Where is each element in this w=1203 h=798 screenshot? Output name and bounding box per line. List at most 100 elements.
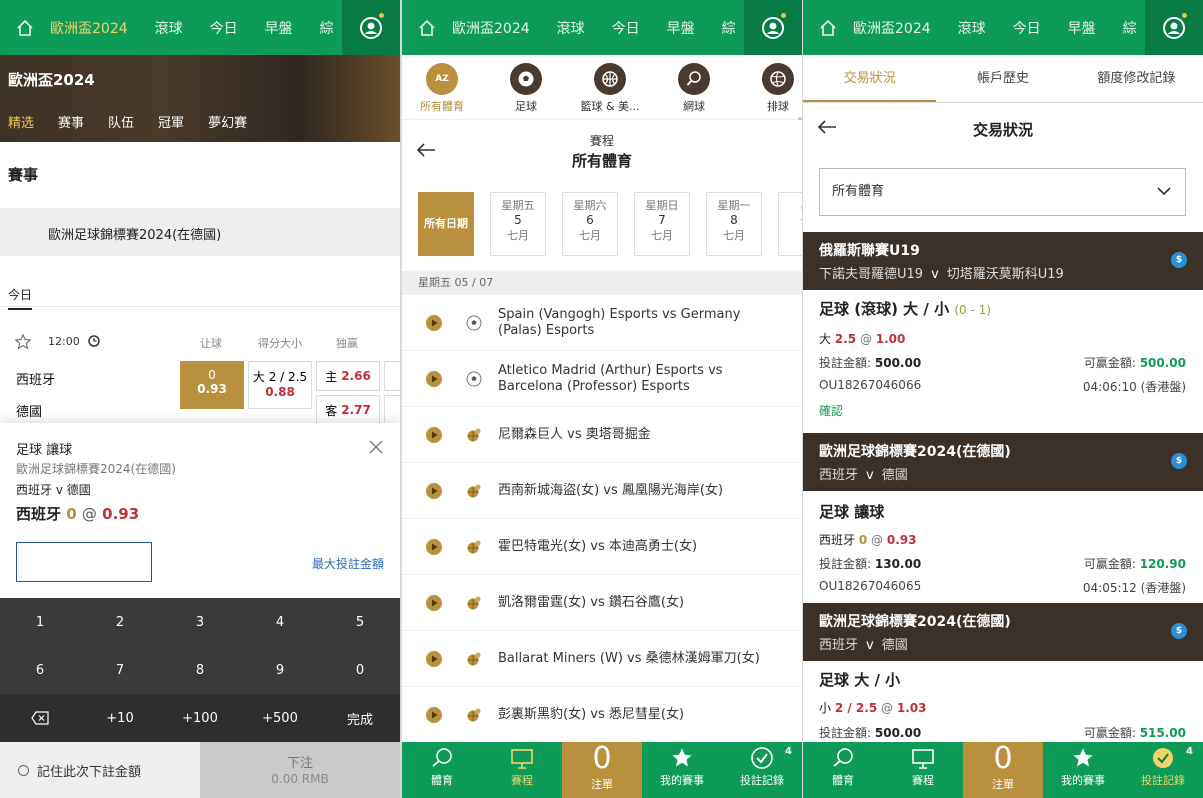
sport-all[interactable]: AZ 所有體育 <box>402 63 482 114</box>
odds-more[interactable] <box>384 361 400 391</box>
tab-outright[interactable]: 冠軍 <box>158 112 184 131</box>
play-icon[interactable] <box>426 483 442 499</box>
key-4[interactable]: 4 <box>240 598 320 646</box>
key-1[interactable]: 1 <box>0 598 80 646</box>
max-stake-link[interactable]: 最大投註金額 <box>312 555 384 572</box>
key-7[interactable]: 7 <box>80 646 160 694</box>
remember-stake-toggle[interactable]: 記住此次下註金額 <box>0 742 200 798</box>
key-2[interactable]: 2 <box>80 598 160 646</box>
key-plus500[interactable]: +500 <box>240 694 320 742</box>
currency-coin-icon: $ <box>1171 623 1187 639</box>
nav-more[interactable]: 綜 <box>320 18 334 38</box>
nav-more[interactable]: 綜 <box>722 18 736 38</box>
play-icon[interactable] <box>426 595 442 611</box>
date-item[interactable]: 星期日 7 七月 <box>634 192 690 256</box>
event-row[interactable]: Spain (Vangogh) Esports vs Germany (Pala… <box>402 295 802 351</box>
account-button[interactable] <box>342 0 400 55</box>
sport-filter-select[interactable]: 所有體育 <box>819 168 1186 216</box>
tab-transactions[interactable]: 交易狀況 <box>803 55 937 102</box>
nav-inplay[interactable]: 滾球 <box>557 18 585 38</box>
nav-inplay[interactable]: 滾球 <box>958 18 986 38</box>
nav-bet-records[interactable]: 投註記錄 4 <box>1123 742 1203 798</box>
key-5[interactable]: 5 <box>320 598 400 646</box>
key-6[interactable]: 6 <box>0 646 80 694</box>
play-icon[interactable] <box>426 371 442 387</box>
favorite-star-icon[interactable] <box>14 333 32 351</box>
event-row[interactable]: 西南新城海盜(女) vs 鳳凰陽光海岸(女) <box>402 463 802 519</box>
nav-early[interactable]: 早盤 <box>1068 18 1096 38</box>
nav-bet-records[interactable]: 投註記錄 4 <box>722 742 802 798</box>
tab-fantasy[interactable]: 夢幻賽 <box>208 112 247 131</box>
event-row[interactable]: 霍巴特電光(女) vs 本迪高勇士(女) <box>402 519 802 575</box>
nav-euro2024[interactable]: 歐洲盃2024 <box>50 18 128 38</box>
event-row[interactable]: 尼爾森巨人 vs 奧塔哥掘金 <box>402 407 802 463</box>
tab-matches[interactable]: 赛事 <box>58 112 84 131</box>
nav-today[interactable]: 今日 <box>1013 18 1041 38</box>
odds-home-win[interactable]: 主 2.66 <box>316 361 380 391</box>
pick-at: @ <box>881 701 894 715</box>
tab-account-history[interactable]: 帳戶歷史 <box>936 55 1069 102</box>
nav-schedule[interactable]: 賽程 <box>883 742 963 798</box>
tab-limit-history[interactable]: 額度修改記錄 <box>1070 55 1203 102</box>
nav-more[interactable]: 綜 <box>1123 18 1137 38</box>
date-item[interactable]: 星期六 6 七月 <box>562 192 618 256</box>
key-plus10[interactable]: +10 <box>80 694 160 742</box>
nav-my-events[interactable]: 我的賽事 <box>642 742 722 798</box>
key-done[interactable]: 完成 <box>320 694 400 742</box>
bet-league: 俄羅斯聯賽U19 <box>819 243 920 259</box>
play-icon[interactable] <box>426 651 442 667</box>
nav-euro2024[interactable]: 歐洲盃2024 <box>452 18 530 38</box>
nav-sports[interactable]: 體育 <box>803 742 883 798</box>
stake-input[interactable] <box>16 542 152 582</box>
nav-today[interactable]: 今日 <box>612 18 640 38</box>
account-button[interactable] <box>1145 0 1203 55</box>
odds-more-2[interactable] <box>384 395 400 425</box>
event-row[interactable]: 凱洛爾雷霆(女) vs 鑽石谷鷹(女) <box>402 575 802 631</box>
close-icon[interactable] <box>368 439 384 455</box>
sport-football[interactable]: 足球 <box>486 63 566 114</box>
tab-featured[interactable]: 精选 <box>8 112 34 131</box>
event-row[interactable]: Atletico Madrid (Arthur) Esports vs Barc… <box>402 351 802 407</box>
date-item[interactable]: 星期一 8 七月 <box>706 192 762 256</box>
key-3[interactable]: 3 <box>160 598 240 646</box>
nav-sports[interactable]: 體育 <box>402 742 482 798</box>
team-home: 西班牙 <box>16 373 56 388</box>
nav-today[interactable]: 今日 <box>210 18 238 38</box>
home-icon[interactable] <box>0 0 50 55</box>
sport-tennis[interactable]: 網球 <box>654 63 734 114</box>
ou-odds-over[interactable]: 大 2 / 2.5 0.88 <box>248 361 312 409</box>
handicap-odds-home[interactable]: 0 0.93 <box>180 361 244 409</box>
panel-euro-betslip: 歐洲盃2024 滾球 今日 早盤 綜 歐洲盃2024 精选 赛事 队伍 冠軍 夢… <box>0 0 400 798</box>
event-row[interactable]: Ballarat Miners (W) vs 桑德林漢姆軍刀(女) <box>402 631 802 687</box>
key-plus100[interactable]: +100 <box>160 694 240 742</box>
nav-euro2024[interactable]: 歐洲盃2024 <box>853 18 931 38</box>
key-backspace[interactable] <box>0 694 80 742</box>
event-row[interactable]: 彭裏斯黑豹(女) vs 悉尼彗星(女) <box>402 687 802 743</box>
place-bet-button[interactable]: 下注 0.00 RMB <box>200 742 400 798</box>
date-item[interactable]: 星期五 5 七月 <box>490 192 546 256</box>
nav-inplay[interactable]: 滾球 <box>155 18 183 38</box>
play-icon[interactable] <box>426 539 442 555</box>
key-9[interactable]: 9 <box>240 646 320 694</box>
home-icon[interactable] <box>803 0 853 55</box>
play-icon[interactable] <box>426 707 442 723</box>
tab-teams[interactable]: 队伍 <box>108 112 134 131</box>
sport-volleyball[interactable]: 排球 <box>738 63 802 114</box>
home-icon[interactable] <box>402 0 452 55</box>
nav-schedule[interactable]: 賽程 <box>482 742 562 798</box>
sport-basketball[interactable]: 籃球 & 美... <box>570 63 650 114</box>
date-all[interactable]: 所有日期 <box>418 192 474 256</box>
odds-away-win[interactable]: 客 2.77 <box>316 395 380 425</box>
league-header[interactable]: 歐洲足球錦標賽2024(在德國) <box>0 208 400 256</box>
nav-early[interactable]: 早盤 <box>667 18 695 38</box>
key-8[interactable]: 8 <box>160 646 240 694</box>
nav-my-events[interactable]: 我的賽事 <box>1043 742 1123 798</box>
nav-early[interactable]: 早盤 <box>265 18 293 38</box>
key-0[interactable]: 0 <box>320 646 400 694</box>
nav-betslip[interactable]: 0 注單 <box>562 742 642 798</box>
play-icon[interactable] <box>426 315 442 331</box>
play-icon[interactable] <box>426 427 442 443</box>
account-button[interactable] <box>744 0 802 55</box>
date-item[interactable]: 星十 <box>778 192 802 256</box>
nav-betslip[interactable]: 0 注單 <box>963 742 1043 798</box>
